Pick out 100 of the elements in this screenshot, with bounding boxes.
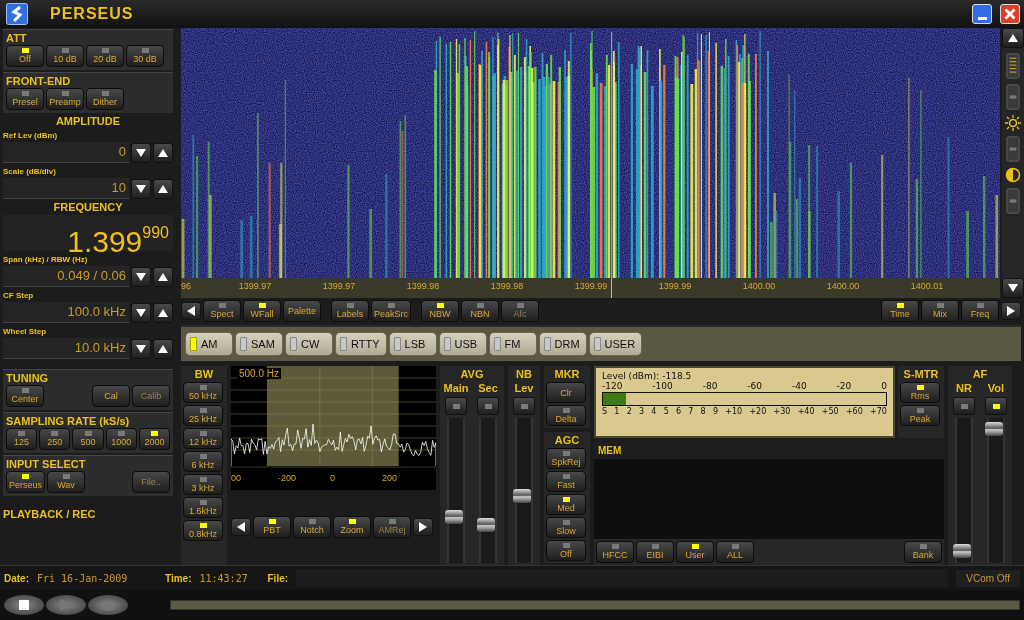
filter-button[interactable]: Notch bbox=[293, 516, 331, 538]
scroll-left-button[interactable] bbox=[231, 518, 251, 536]
sampling-rate-button[interactable]: 500 bbox=[72, 428, 104, 450]
toggle-button[interactable] bbox=[985, 397, 1007, 415]
mode-button[interactable]: FM bbox=[488, 332, 537, 356]
agc-button[interactable]: Slow bbox=[546, 517, 586, 538]
scroll-right-button[interactable] bbox=[1001, 302, 1021, 320]
memory-button[interactable]: EIBI bbox=[636, 541, 674, 563]
value-field[interactable]: 10 bbox=[3, 178, 129, 199]
marker-button[interactable]: Delta bbox=[546, 405, 586, 426]
att-button[interactable]: 20 dB bbox=[86, 45, 124, 67]
toolbar-button[interactable]: Mix bbox=[921, 300, 959, 322]
progress-track[interactable] bbox=[170, 600, 1020, 610]
scroll-down-button[interactable] bbox=[1002, 278, 1024, 298]
att-button[interactable]: 30 dB bbox=[126, 45, 164, 67]
toggle-button[interactable] bbox=[953, 397, 975, 415]
mode-button[interactable]: LSB bbox=[388, 332, 437, 356]
step-down-button[interactable] bbox=[131, 302, 151, 323]
memory-button[interactable]: User bbox=[676, 541, 714, 563]
agc-button[interactable]: Off bbox=[546, 540, 586, 561]
waterfall-scroller[interactable] bbox=[1002, 28, 1024, 298]
toolbar-button[interactable]: Time bbox=[881, 300, 919, 322]
play-button[interactable] bbox=[46, 595, 86, 615]
close-button[interactable] bbox=[1000, 4, 1020, 24]
agc-button[interactable]: Med bbox=[546, 494, 586, 515]
step-down-button[interactable] bbox=[131, 142, 151, 163]
step-up-button[interactable] bbox=[153, 142, 173, 163]
step-up-button[interactable] bbox=[153, 302, 173, 323]
meter-mode-button[interactable]: Rms bbox=[900, 382, 940, 403]
att-button[interactable]: Off bbox=[6, 45, 44, 67]
step-up-button[interactable] bbox=[153, 266, 173, 287]
sampling-rate-button[interactable]: 250 bbox=[39, 428, 71, 450]
toolbar-button[interactable]: NBW bbox=[421, 300, 459, 322]
marker-button[interactable]: Clr bbox=[546, 382, 586, 403]
slider-thumb-icon[interactable] bbox=[1005, 188, 1021, 214]
slider-thumb-icon[interactable] bbox=[1005, 84, 1021, 110]
slider-thumb-icon[interactable] bbox=[1005, 53, 1021, 79]
toolbar-button[interactable]: WFall bbox=[243, 300, 281, 322]
toggle-button[interactable] bbox=[513, 397, 535, 415]
toolbar-button[interactable]: NBN bbox=[461, 300, 499, 322]
scroll-up-button[interactable] bbox=[1002, 28, 1024, 48]
front-end-button[interactable]: Preamp bbox=[46, 88, 84, 110]
front-end-button[interactable]: Dither bbox=[86, 88, 124, 110]
slider-thumb[interactable] bbox=[985, 421, 1003, 436]
bandwidth-button[interactable]: 12 kHz bbox=[183, 428, 223, 449]
step-up-button[interactable] bbox=[153, 338, 173, 359]
toolbar-button[interactable]: Freq bbox=[961, 300, 999, 322]
slider-thumb[interactable] bbox=[477, 517, 495, 532]
memory-button[interactable]: ALL bbox=[716, 541, 754, 563]
agc-button[interactable]: SpkRej bbox=[546, 448, 586, 469]
toolbar-button[interactable]: Spect bbox=[203, 300, 241, 322]
record-button[interactable] bbox=[88, 595, 128, 615]
value-field[interactable]: 0 bbox=[3, 142, 129, 163]
bandwidth-button[interactable]: 3 kHz bbox=[183, 474, 223, 495]
stop-button[interactable] bbox=[4, 595, 44, 615]
bandwidth-button[interactable]: 1.6kHz bbox=[183, 497, 223, 518]
front-end-button[interactable]: Presel bbox=[6, 88, 44, 110]
agc-button[interactable]: Fast bbox=[546, 471, 586, 492]
tuning-button[interactable]: Cal bbox=[92, 385, 130, 407]
slider-thumb[interactable] bbox=[513, 488, 531, 503]
slider-thumb-icon[interactable] bbox=[1005, 136, 1021, 162]
value-field[interactable]: 0.049 / 0.06 bbox=[3, 266, 129, 287]
toolbar-button[interactable]: Palette bbox=[283, 300, 321, 322]
mode-button[interactable]: AM bbox=[185, 332, 233, 356]
sampling-rate-button[interactable]: 1000 bbox=[105, 428, 137, 450]
scroll-left-button[interactable] bbox=[181, 302, 201, 320]
mode-button[interactable]: DRM bbox=[538, 332, 587, 356]
toolbar-button[interactable]: Labels bbox=[331, 300, 369, 322]
att-button[interactable]: 10 dB bbox=[46, 45, 84, 67]
mode-button[interactable]: RTTY bbox=[335, 332, 387, 356]
slider-thumb[interactable] bbox=[445, 509, 463, 524]
toggle-button[interactable] bbox=[445, 397, 467, 415]
mode-button[interactable]: USER bbox=[588, 332, 643, 356]
bandwidth-button[interactable]: 6 kHz bbox=[183, 451, 223, 472]
value-field[interactable]: 100.0 kHz bbox=[3, 302, 129, 323]
step-up-button[interactable] bbox=[153, 178, 173, 199]
step-down-button[interactable] bbox=[131, 338, 151, 359]
sampling-rate-button[interactable]: 2000 bbox=[138, 428, 170, 450]
input-button[interactable]: Wav bbox=[47, 471, 86, 493]
mode-button[interactable]: CW bbox=[285, 332, 333, 356]
meter-mode-button[interactable]: Peak bbox=[900, 405, 940, 426]
mode-button[interactable]: SAM bbox=[235, 332, 283, 356]
filter-button[interactable]: PBT bbox=[253, 516, 291, 538]
step-down-button[interactable] bbox=[131, 266, 151, 287]
step-down-button[interactable] bbox=[131, 178, 151, 199]
toolbar-button[interactable]: PeakSrc bbox=[371, 300, 411, 322]
filter-button[interactable]: Zoom bbox=[333, 516, 371, 538]
bandwidth-button[interactable]: 0.8kHz bbox=[183, 520, 223, 541]
toggle-button[interactable] bbox=[477, 397, 499, 415]
bandwidth-button[interactable]: 50 kHz bbox=[183, 382, 223, 403]
input-button[interactable]: Perseus bbox=[6, 471, 46, 493]
tuning-button[interactable]: Center bbox=[6, 385, 44, 407]
bank-button[interactable]: Bank bbox=[904, 541, 942, 563]
memory-button[interactable]: HFCC bbox=[596, 541, 634, 563]
value-field[interactable]: 10.0 kHz bbox=[3, 338, 129, 359]
slider-thumb[interactable] bbox=[953, 543, 971, 558]
sampling-rate-button[interactable]: 125 bbox=[6, 428, 38, 450]
mode-button[interactable]: USB bbox=[438, 332, 487, 356]
minimize-button[interactable] bbox=[972, 4, 992, 24]
bandwidth-button[interactable]: 25 kHz bbox=[183, 405, 223, 426]
